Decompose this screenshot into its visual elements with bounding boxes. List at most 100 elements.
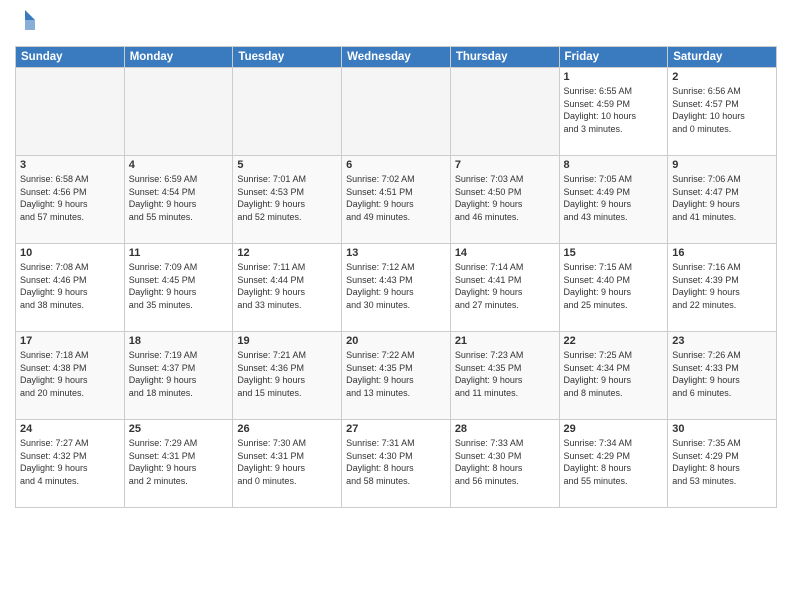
table-row [342,68,451,156]
day-info: Sunrise: 7:26 AM Sunset: 4:33 PM Dayligh… [672,349,772,399]
day-info: Sunrise: 7:03 AM Sunset: 4:50 PM Dayligh… [455,173,555,223]
weekday-header-monday: Monday [124,47,233,68]
calendar-week-4: 17 Sunrise: 7:18 AM Sunset: 4:38 PM Dayli… [16,332,777,420]
table-row: 16Sunrise: 7:16 AM Sunset: 4:39 PM Dayli… [668,244,777,332]
day-info: Sunrise: 6:58 AM Sunset: 4:56 PM Dayligh… [20,173,120,223]
day-number: 15 [564,247,664,259]
day-info: Sunrise: 7:19 AM Sunset: 4:37 PM Dayligh… [129,349,229,399]
calendar-week-2: 3 Sunrise: 6:58 AM Sunset: 4:56 PM Daylig… [16,156,777,244]
table-row: 18 Sunrise: 7:19 AM Sunset: 4:37 PM Dayli… [124,332,233,420]
day-info: Sunrise: 6:59 AM Sunset: 4:54 PM Dayligh… [129,173,229,223]
weekday-header-tuesday: Tuesday [233,47,342,68]
day-info: Sunrise: 7:06 AM Sunset: 4:47 PM Dayligh… [672,173,772,223]
calendar-week-3: 10 Sunrise: 7:08 AM Sunset: 4:46 PM Dayli… [16,244,777,332]
day-number: 24 [20,423,120,435]
logo [15,10,39,38]
day-info: Sunrise: 7:23 AM Sunset: 4:35 PM Dayligh… [455,349,555,399]
day-number: 12 [237,247,337,259]
table-row: 10 Sunrise: 7:08 AM Sunset: 4:46 PM Dayli… [16,244,125,332]
day-number: 11 [129,247,229,259]
day-info: Sunrise: 7:30 AM Sunset: 4:31 PM Dayligh… [237,437,337,487]
table-row: 4 Sunrise: 6:59 AM Sunset: 4:54 PM Daylig… [124,156,233,244]
day-info: Sunrise: 6:55 AM Sunset: 4:59 PM Dayligh… [564,85,664,135]
day-info: Sunrise: 7:18 AM Sunset: 4:38 PM Dayligh… [20,349,120,399]
day-info: Sunrise: 7:33 AM Sunset: 4:30 PM Dayligh… [455,437,555,487]
table-row: 30 Sunrise: 7:35 AM Sunset: 4:29 PM Dayli… [668,420,777,508]
weekday-header-sunday: Sunday [16,47,125,68]
day-number: 27 [346,423,446,435]
table-row: 5Sunrise: 7:01 AM Sunset: 4:53 PM Daylig… [233,156,342,244]
table-row: 23Sunrise: 7:26 AM Sunset: 4:33 PM Dayli… [668,332,777,420]
table-row: 26 Sunrise: 7:30 AM Sunset: 4:31 PM Dayli… [233,420,342,508]
day-info: Sunrise: 7:12 AM Sunset: 4:43 PM Dayligh… [346,261,446,311]
weekday-header-friday: Friday [559,47,668,68]
day-number: 19 [237,335,337,347]
day-number: 28 [455,423,555,435]
weekday-header-wednesday: Wednesday [342,47,451,68]
page-header [15,10,777,38]
table-row: 13 Sunrise: 7:12 AM Sunset: 4:43 PM Dayli… [342,244,451,332]
day-number: 18 [129,335,229,347]
day-number: 13 [346,247,446,259]
page-container: SundayMondayTuesdayWednesdayThursdayFrid… [0,0,792,612]
table-row: 28 Sunrise: 7:33 AM Sunset: 4:30 PM Dayli… [450,420,559,508]
day-number: 4 [129,159,229,171]
day-number: 8 [564,159,664,171]
table-row: 29 Sunrise: 7:34 AM Sunset: 4:29 PM Dayli… [559,420,668,508]
day-info: Sunrise: 7:05 AM Sunset: 4:49 PM Dayligh… [564,173,664,223]
day-number: 16 [672,247,772,259]
table-row: 11 Sunrise: 7:09 AM Sunset: 4:45 PM Dayli… [124,244,233,332]
day-number: 7 [455,159,555,171]
table-row: 12 Sunrise: 7:11 AM Sunset: 4:44 PM Dayli… [233,244,342,332]
day-info: Sunrise: 7:31 AM Sunset: 4:30 PM Dayligh… [346,437,446,487]
table-row: 15 Sunrise: 7:15 AM Sunset: 4:40 PM Dayli… [559,244,668,332]
table-row: 7 Sunrise: 7:03 AM Sunset: 4:50 PM Daylig… [450,156,559,244]
table-row: 14 Sunrise: 7:14 AM Sunset: 4:41 PM Dayli… [450,244,559,332]
day-info: Sunrise: 7:15 AM Sunset: 4:40 PM Dayligh… [564,261,664,311]
day-info: Sunrise: 7:08 AM Sunset: 4:46 PM Dayligh… [20,261,120,311]
day-number: 26 [237,423,337,435]
day-number: 30 [672,423,772,435]
day-info: Sunrise: 7:34 AM Sunset: 4:29 PM Dayligh… [564,437,664,487]
day-number: 20 [346,335,446,347]
calendar-week-1: 1 Sunrise: 6:55 AM Sunset: 4:59 PM Daylig… [16,68,777,156]
day-number: 14 [455,247,555,259]
day-info: Sunrise: 7:29 AM Sunset: 4:31 PM Dayligh… [129,437,229,487]
table-row: 20 Sunrise: 7:22 AM Sunset: 4:35 PM Dayli… [342,332,451,420]
table-row: 3 Sunrise: 6:58 AM Sunset: 4:56 PM Daylig… [16,156,125,244]
weekday-header-thursday: Thursday [450,47,559,68]
day-number: 21 [455,335,555,347]
day-info: Sunrise: 7:09 AM Sunset: 4:45 PM Dayligh… [129,261,229,311]
day-info: Sunrise: 7:22 AM Sunset: 4:35 PM Dayligh… [346,349,446,399]
table-row: 9Sunrise: 7:06 AM Sunset: 4:47 PM Daylig… [668,156,777,244]
day-number: 17 [20,335,120,347]
day-info: Sunrise: 7:14 AM Sunset: 4:41 PM Dayligh… [455,261,555,311]
table-row: 17 Sunrise: 7:18 AM Sunset: 4:38 PM Dayli… [16,332,125,420]
table-row: 8 Sunrise: 7:05 AM Sunset: 4:49 PM Daylig… [559,156,668,244]
day-info: Sunrise: 6:56 AM Sunset: 4:57 PM Dayligh… [672,85,772,135]
table-row: 19Sunrise: 7:21 AM Sunset: 4:36 PM Dayli… [233,332,342,420]
table-row: 24 Sunrise: 7:27 AM Sunset: 4:32 PM Dayli… [16,420,125,508]
day-number: 25 [129,423,229,435]
table-row: 2 Sunrise: 6:56 AM Sunset: 4:57 PM Daylig… [668,68,777,156]
day-info: Sunrise: 7:02 AM Sunset: 4:51 PM Dayligh… [346,173,446,223]
day-number: 3 [20,159,120,171]
day-number: 22 [564,335,664,347]
weekday-row: SundayMondayTuesdayWednesdayThursdayFrid… [16,47,777,68]
day-number: 2 [672,71,772,83]
day-number: 29 [564,423,664,435]
table-row: 6Sunrise: 7:02 AM Sunset: 4:51 PM Daylig… [342,156,451,244]
table-row: 22 Sunrise: 7:25 AM Sunset: 4:34 PM Dayli… [559,332,668,420]
day-info: Sunrise: 7:35 AM Sunset: 4:29 PM Dayligh… [672,437,772,487]
weekday-header-saturday: Saturday [668,47,777,68]
day-number: 10 [20,247,120,259]
day-info: Sunrise: 7:25 AM Sunset: 4:34 PM Dayligh… [564,349,664,399]
day-info: Sunrise: 7:27 AM Sunset: 4:32 PM Dayligh… [20,437,120,487]
table-row: 25 Sunrise: 7:29 AM Sunset: 4:31 PM Dayli… [124,420,233,508]
table-row: 1 Sunrise: 6:55 AM Sunset: 4:59 PM Daylig… [559,68,668,156]
table-row [233,68,342,156]
day-number: 1 [564,71,664,83]
calendar-body: 1 Sunrise: 6:55 AM Sunset: 4:59 PM Daylig… [16,68,777,508]
day-info: Sunrise: 7:11 AM Sunset: 4:44 PM Dayligh… [237,261,337,311]
calendar-header: SundayMondayTuesdayWednesdayThursdayFrid… [16,47,777,68]
